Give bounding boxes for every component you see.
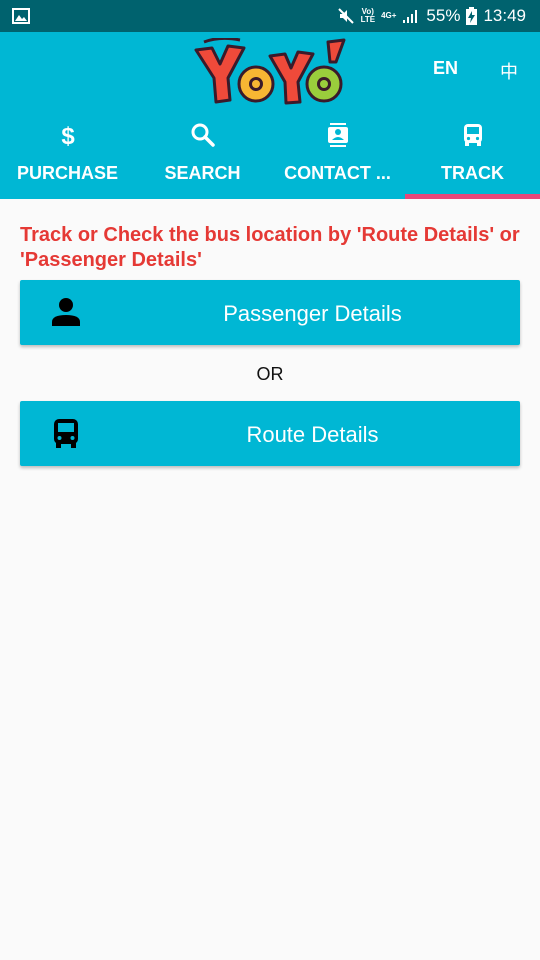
status-bar: Vo) LTE 4G+ 55% 13:49 xyxy=(0,0,540,32)
mute-icon xyxy=(337,8,354,24)
route-details-button[interactable]: Route Details xyxy=(20,401,520,466)
status-icons: Vo) LTE 4G+ 55% 13:49 xyxy=(337,0,526,32)
dollar-icon: $ xyxy=(61,123,75,148)
tab-contact[interactable]: CONTACT ... xyxy=(270,114,405,199)
tab-label: SEARCH xyxy=(164,163,241,183)
active-tab-indicator xyxy=(405,194,540,199)
battery-charging-icon xyxy=(466,7,478,25)
battery-percent: 55% xyxy=(426,6,461,25)
or-separator: OR xyxy=(256,364,284,384)
passenger-details-label: Passenger Details xyxy=(223,301,402,326)
network-type: 4G+ xyxy=(381,11,397,20)
tab-purchase[interactable]: $ PURCHASE xyxy=(0,114,135,199)
bus-icon xyxy=(54,419,78,448)
clock: 13:49 xyxy=(483,6,526,25)
language-en[interactable]: EN xyxy=(433,58,458,79)
route-details-label: Route Details xyxy=(246,422,379,447)
tab-track[interactable]: TRACK xyxy=(405,114,540,199)
svg-text:$: $ xyxy=(61,123,75,148)
volte-indicator: Vo) LTE xyxy=(360,7,376,24)
gallery-notification-icon xyxy=(12,8,30,24)
tab-bar: $ PURCHASE SEARCH CONTACT ... TRACK xyxy=(0,114,540,199)
person-icon xyxy=(52,298,80,326)
app-bar: EN 中 $ PURCHASE SEARCH CONTACT ... TRACK xyxy=(0,32,540,199)
search-icon xyxy=(191,123,215,147)
bus-icon xyxy=(463,124,482,146)
track-heading: Track or Check the bus location by 'Rout… xyxy=(20,224,520,271)
language-zh[interactable]: 中 xyxy=(500,58,518,84)
signal-icon xyxy=(403,10,418,23)
passenger-details-button[interactable]: Passenger Details xyxy=(20,280,520,345)
yoyo-logo xyxy=(194,38,346,105)
tab-label: TRACK xyxy=(441,163,504,183)
tab-label: CONTACT ... xyxy=(284,163,391,183)
tab-label: PURCHASE xyxy=(16,163,118,183)
contact-card-icon xyxy=(327,123,348,147)
tab-search[interactable]: SEARCH xyxy=(135,114,270,199)
